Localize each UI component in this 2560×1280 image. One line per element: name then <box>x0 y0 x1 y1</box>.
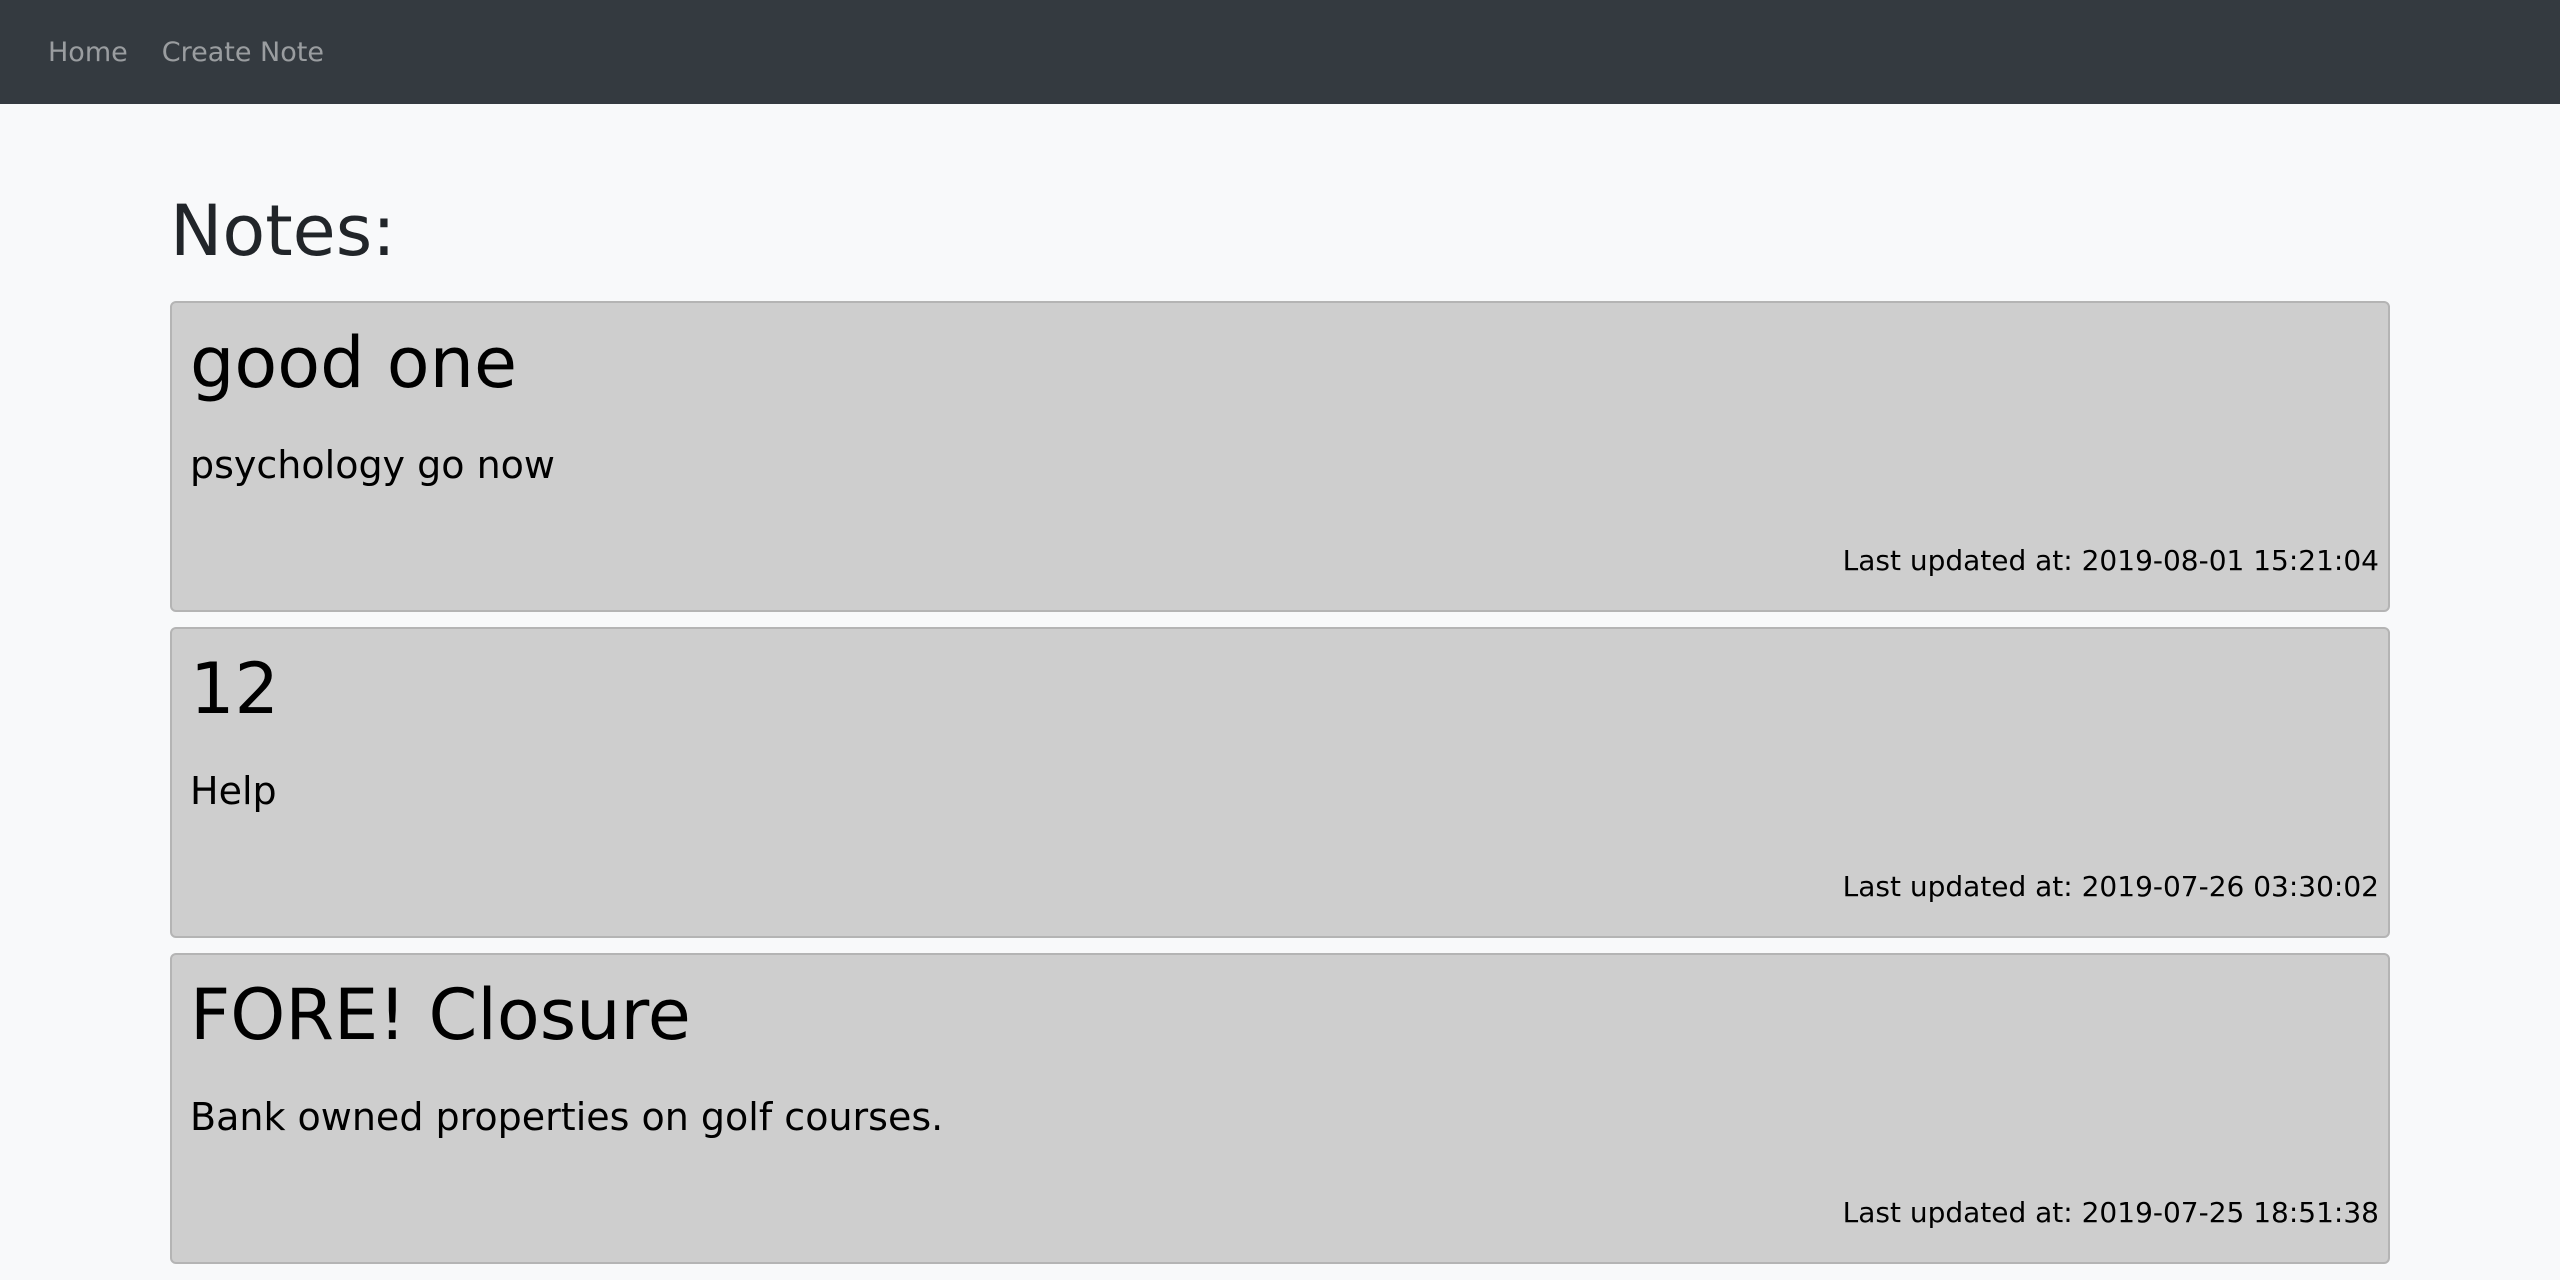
note-card[interactable]: 12 Help Last updated at: 2019-07-26 03:3… <box>170 627 2390 938</box>
page-title: Notes: <box>170 190 396 272</box>
note-title: good one <box>190 322 518 404</box>
main-content: Notes: good one psychology go now Last u… <box>170 104 2390 1279</box>
note-title: FORE! Closure <box>190 974 691 1056</box>
note-title: 12 <box>190 648 280 730</box>
note-card[interactable]: good one psychology go now Last updated … <box>170 301 2390 612</box>
top-navbar: Home Create Note <box>0 0 2560 104</box>
nav-create-note-link[interactable]: Create Note <box>162 37 324 68</box>
note-updated-timestamp: Last updated at: 2019-08-01 15:21:04 <box>1842 544 2379 577</box>
note-body: psychology go now <box>190 443 555 487</box>
note-updated-timestamp: Last updated at: 2019-07-26 03:30:02 <box>1842 870 2379 903</box>
notes-list: good one psychology go now Last updated … <box>170 301 2390 1264</box>
note-updated-timestamp: Last updated at: 2019-07-25 18:51:38 <box>1842 1196 2379 1229</box>
note-card[interactable]: FORE! Closure Bank owned properties on g… <box>170 953 2390 1264</box>
note-body: Help <box>190 769 277 813</box>
nav-home-link[interactable]: Home <box>48 37 128 68</box>
note-body: Bank owned properties on golf courses. <box>190 1095 944 1139</box>
